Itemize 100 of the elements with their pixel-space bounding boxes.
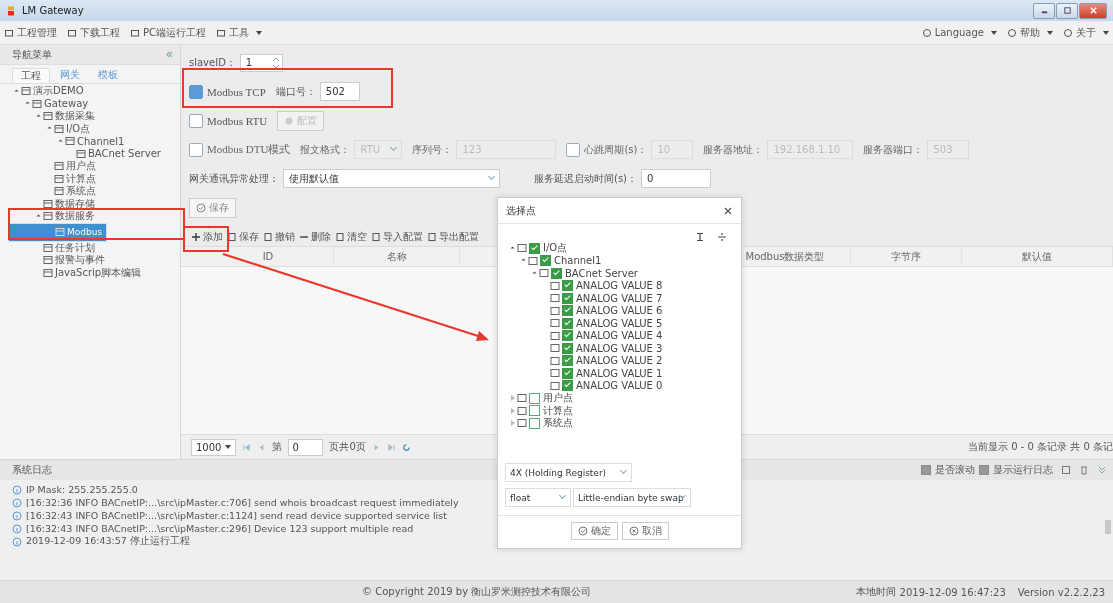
tree-item[interactable]: ANALOG VALUE 2 <box>576 355 663 367</box>
dialog-button[interactable]: 取消 <box>621 522 669 540</box>
menu-item[interactable]: Language <box>921 27 997 38</box>
tree-item[interactable]: 演示DEMO <box>8 85 180 98</box>
checkbox[interactable] <box>979 465 989 475</box>
tree-item[interactable]: ANALOG VALUE 3 <box>576 342 663 354</box>
checkbox[interactable] <box>562 355 573 367</box>
tree-item[interactable]: ANALOG VALUE 1 <box>576 367 663 379</box>
tree-item[interactable]: 计算点 <box>543 403 573 418</box>
tree-item[interactable]: Channel1 <box>554 255 602 267</box>
expand-toggle-icon[interactable] <box>47 126 52 131</box>
menu-item[interactable]: 下载工程 <box>67 25 120 40</box>
tree-item[interactable]: JavaScrip脚本编辑 <box>8 266 180 279</box>
checkbox[interactable] <box>921 465 931 475</box>
tree-item[interactable]: 任务计划 <box>8 241 180 254</box>
tree-item[interactable]: 用户点 <box>8 160 180 173</box>
scrollbar[interactable] <box>1105 520 1111 534</box>
minimize-button[interactable] <box>1033 2 1055 19</box>
port-field[interactable]: 502 <box>319 82 360 101</box>
collapse-all-icon[interactable] <box>695 232 705 242</box>
register-type-select[interactable]: 4X (Holding Register) <box>505 463 632 482</box>
tree-item[interactable]: I/O点 <box>8 122 180 135</box>
expand-toggle-icon[interactable] <box>521 258 526 263</box>
close-icon[interactable] <box>723 205 733 216</box>
expand-toggle-icon[interactable] <box>14 89 19 94</box>
toolbar-button[interactable]: 导入配置 <box>371 229 423 244</box>
last-page-icon[interactable] <box>386 442 396 452</box>
toolbar-button[interactable]: 导出配置 <box>427 229 479 244</box>
checkbox[interactable] <box>562 317 573 329</box>
toolbar-button[interactable]: 清空 <box>335 229 367 244</box>
menu-item[interactable]: PC端运行工程 <box>130 25 206 40</box>
checkbox[interactable] <box>562 330 573 342</box>
dialog-button[interactable]: 确定 <box>570 522 618 540</box>
checkbox[interactable] <box>189 142 203 157</box>
toolbar-button[interactable]: 撤销 <box>263 229 295 244</box>
expand-toggle-icon[interactable] <box>510 407 515 414</box>
tree-item[interactable]: 用户点 <box>543 391 573 406</box>
tree-item[interactable]: Channel1 <box>8 135 180 148</box>
tree-item[interactable]: 报警与事件 <box>8 254 180 267</box>
checkbox[interactable] <box>189 84 203 99</box>
checkbox[interactable] <box>551 267 562 279</box>
first-page-icon[interactable] <box>242 442 252 452</box>
checkbox[interactable] <box>529 405 540 417</box>
expand-toggle-icon[interactable] <box>510 246 515 251</box>
page-size-select[interactable]: 1000 <box>191 438 237 456</box>
expand-toggle-icon[interactable] <box>25 101 30 106</box>
checkbox[interactable] <box>562 367 573 379</box>
tree-item[interactable]: 数据采集 <box>8 110 180 123</box>
toolbar-button[interactable]: 添加 <box>191 229 223 244</box>
clear-icon[interactable] <box>1079 465 1089 475</box>
tree-item[interactable]: ANALOG VALUE 7 <box>576 292 663 304</box>
toolbar-button[interactable]: 删除 <box>299 229 331 244</box>
menu-item[interactable]: 工程管理 <box>4 25 57 40</box>
menu-item[interactable]: 工具 <box>216 25 262 40</box>
collapse-down-icon[interactable] <box>1097 465 1107 475</box>
expand-toggle-icon[interactable] <box>532 271 537 276</box>
checkbox[interactable] <box>529 242 540 254</box>
checkbox[interactable] <box>529 417 540 429</box>
menu-item[interactable]: 帮助 <box>1007 25 1053 40</box>
checkbox[interactable] <box>562 380 573 392</box>
data-type-select[interactable]: float <box>505 488 571 507</box>
expand-toggle-icon[interactable] <box>510 395 515 402</box>
tree-item[interactable]: ANALOG VALUE 0 <box>576 380 663 392</box>
checkbox[interactable] <box>189 113 203 128</box>
expand-toggle-icon[interactable] <box>58 139 63 144</box>
refresh-icon[interactable] <box>401 442 411 452</box>
sidebar-tab[interactable]: 工程 <box>12 68 50 83</box>
checkbox[interactable] <box>562 305 573 317</box>
checkbox[interactable] <box>566 142 581 157</box>
tree-item[interactable]: 数据服务 <box>8 210 180 223</box>
menu-item[interactable]: 关于 <box>1063 25 1109 40</box>
tree-item[interactable]: BACnet Server <box>565 267 638 279</box>
save-button[interactable]: 保存 <box>189 197 236 218</box>
expand-toggle-icon[interactable] <box>36 114 41 119</box>
maximize-button[interactable] <box>1056 2 1078 19</box>
delay-field[interactable]: 0 <box>641 169 711 188</box>
checkbox[interactable] <box>562 280 573 292</box>
tree-item[interactable]: I/O点 <box>543 241 568 256</box>
tree-item[interactable]: 系统点 <box>8 185 180 198</box>
tree-item[interactable]: 系统点 <box>543 416 573 431</box>
tree-item[interactable]: ANALOG VALUE 4 <box>576 330 663 342</box>
checkbox[interactable] <box>529 392 540 404</box>
page-field[interactable]: 0 <box>288 438 324 456</box>
tree-item[interactable]: 计算点 <box>8 172 180 185</box>
tree-item[interactable]: ANALOG VALUE 8 <box>576 280 663 292</box>
export-icon[interactable] <box>1061 465 1071 475</box>
tree-item[interactable]: ANALOG VALUE 6 <box>576 305 663 317</box>
error-handling-select[interactable]: 使用默认值 <box>283 169 500 188</box>
collapse-icon[interactable] <box>165 50 174 59</box>
expand-toggle-icon[interactable] <box>36 214 41 219</box>
checkbox[interactable] <box>562 342 573 354</box>
expand-toggle-icon[interactable] <box>510 420 515 427</box>
checkbox[interactable] <box>562 292 573 304</box>
tree-item[interactable]: 数据存储 <box>8 197 180 210</box>
checkbox[interactable] <box>540 255 551 267</box>
close-button[interactable] <box>1079 2 1107 19</box>
tree-item[interactable]: BACnet Server <box>8 147 180 160</box>
byte-order-select[interactable]: Little-endian byte swap <box>573 488 691 507</box>
expand-all-icon[interactable] <box>717 232 727 242</box>
tree-item[interactable]: ANALOG VALUE 5 <box>576 317 663 329</box>
